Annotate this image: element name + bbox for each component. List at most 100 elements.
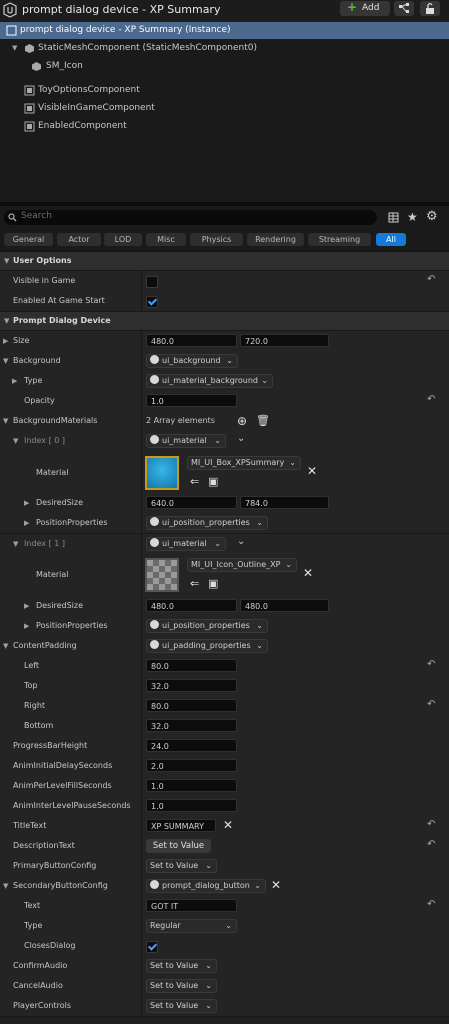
tab-streaming[interactable]: Streaming [308, 233, 371, 246]
index0-dropdown[interactable]: ui_material ⌄ [146, 434, 226, 448]
use-selected-icon[interactable]: ⇐ [190, 577, 199, 590]
chevron-right-icon[interactable]: ▶ [24, 622, 29, 630]
chevron-right-icon[interactable]: ▶ [24, 602, 29, 610]
close-icon[interactable]: ✕ [223, 818, 233, 832]
close-icon[interactable]: ✕ [271, 878, 281, 892]
primary-button-dropdown[interactable]: Set to Value ⌄ [146, 859, 217, 873]
visible-in-game-checkbox[interactable] [146, 276, 158, 288]
reset-icon[interactable]: ↶ [427, 819, 435, 830]
desired0-x-field[interactable]: 640.0 [146, 496, 237, 509]
anim-fill-field[interactable]: 1.0 [146, 779, 237, 792]
tab-all[interactable]: All [376, 233, 406, 246]
right-field[interactable]: 80.0 [146, 699, 237, 712]
dropdown-value: Regular [150, 921, 181, 930]
type-dropdown[interactable]: ui_material_background ⌄ [146, 374, 273, 388]
gear-icon[interactable]: ⚙ [426, 209, 438, 224]
reset-icon[interactable]: ↶ [427, 839, 435, 850]
chevron-down-icon[interactable]: ▼ [3, 417, 8, 425]
chevron-down-icon[interactable]: ▼ [13, 437, 18, 445]
tab-rendering[interactable]: Rendering [247, 233, 304, 246]
category-prompt-dialog[interactable]: ▼ Prompt Dialog Device [0, 312, 449, 331]
position0-dropdown[interactable]: ui_position_properties ⌄ [146, 516, 268, 530]
size-x-field[interactable]: 480.0 [146, 334, 237, 347]
chevron-down-icon[interactable]: ▼ [13, 540, 18, 548]
tab-actor[interactable]: Actor [57, 233, 101, 246]
search-input[interactable]: Search [4, 210, 377, 225]
position1-dropdown[interactable]: ui_position_properties ⌄ [146, 619, 268, 633]
star-icon[interactable]: ★ [407, 210, 418, 224]
tab-lod[interactable]: LOD [104, 233, 142, 246]
chevron-right-icon[interactable]: ▶ [24, 499, 29, 507]
close-icon[interactable]: ✕ [307, 464, 317, 478]
secondary-button-dropdown[interactable]: prompt_dialog_button ⌄ [146, 879, 266, 893]
tree-item-sm-icon[interactable]: SM_Icon [0, 58, 449, 75]
size-y-field[interactable]: 720.0 [240, 334, 329, 347]
tree-item-toyoptions[interactable]: ToyOptionsComponent [0, 82, 449, 99]
column-divider [141, 493, 142, 513]
reset-icon[interactable]: ↶ [427, 899, 435, 910]
opacity-field[interactable]: 1.0 [146, 394, 237, 407]
tab-general[interactable]: General [4, 233, 53, 246]
chevron-down-icon[interactable]: ⌄ [237, 536, 245, 547]
chevron-right-icon[interactable]: ▶ [24, 519, 29, 527]
tree-item-visibleingame[interactable]: VisibleInGameComponent [0, 100, 449, 117]
tab-misc[interactable]: Misc [146, 233, 186, 246]
reset-icon[interactable]: ↶ [427, 394, 435, 405]
material-thumbnail[interactable] [145, 558, 179, 592]
description-set-button[interactable]: Set to Value [146, 839, 211, 853]
background-dropdown[interactable]: ui_background ⌄ [146, 354, 238, 368]
chevron-down-icon[interactable]: ▼ [3, 642, 8, 650]
desired1-y-field[interactable]: 480.0 [240, 599, 329, 612]
add-icon[interactable]: ⊕ [237, 414, 247, 428]
tree-item-enabled[interactable]: EnabledComponent [0, 118, 449, 135]
index1-dropdown[interactable]: ui_material ⌄ [146, 537, 226, 551]
tree-item-instance[interactable]: prompt dialog device - XP Summary (Insta… [0, 22, 449, 39]
bottom-field[interactable]: 32.0 [146, 719, 237, 732]
anim-pause-field[interactable]: 1.0 [146, 799, 237, 812]
cancel-audio-dropdown[interactable]: Set to Value ⌄ [146, 979, 217, 993]
chevron-down-icon[interactable]: ▼ [3, 882, 8, 890]
material1-dropdown[interactable]: MI_UI_Icon_Outline_XP ⌄ [187, 558, 297, 572]
chevron-right-icon[interactable]: ▶ [3, 337, 8, 345]
prop-label: Type [24, 376, 43, 385]
enabled-at-start-checkbox[interactable] [146, 296, 158, 308]
player-controls-dropdown[interactable]: Set to Value ⌄ [146, 999, 217, 1013]
table-icon[interactable] [388, 212, 399, 223]
padding-dropdown[interactable]: ui_padding_properties ⌄ [146, 639, 268, 653]
chevron-down-icon[interactable]: ▼ [3, 357, 8, 365]
material0-dropdown[interactable]: MI_UI_Box_XPSummary ⌄ [187, 456, 301, 470]
chevron-down-icon[interactable]: ▼ [4, 257, 9, 265]
confirm-audio-dropdown[interactable]: Set to Value ⌄ [146, 959, 217, 973]
reset-icon[interactable]: ↶ [427, 274, 435, 285]
desired0-y-field[interactable]: 784.0 [240, 496, 329, 509]
button-type-dropdown[interactable]: Regular ⌄ [146, 919, 237, 933]
column-divider [141, 736, 142, 756]
chevron-right-icon[interactable]: ▶ [12, 377, 17, 385]
left-field[interactable]: 80.0 [146, 659, 237, 672]
desired1-x-field[interactable]: 480.0 [146, 599, 237, 612]
browse-icon[interactable]: ▣ [208, 475, 218, 488]
top-field[interactable]: 32.0 [146, 679, 237, 692]
anim-delay-field[interactable]: 2.0 [146, 759, 237, 772]
text-field[interactable]: GOT IT [146, 899, 237, 912]
reset-icon[interactable]: ↶ [427, 659, 435, 670]
dropdown-value: MI_UI_Icon_Outline_XP [191, 560, 281, 569]
closes-dialog-checkbox[interactable] [146, 941, 158, 953]
chevron-down-icon[interactable]: ⌄ [237, 433, 245, 444]
add-component-button[interactable]: + Add [340, 0, 390, 16]
lock-button[interactable] [420, 1, 440, 16]
chevron-down-icon[interactable]: ▼ [12, 40, 17, 57]
close-icon[interactable]: ✕ [303, 566, 313, 580]
chevron-down-icon[interactable]: ▼ [4, 317, 9, 325]
reset-icon[interactable]: ↶ [427, 699, 435, 710]
tree-item-staticmesh[interactable]: ▼ StaticMeshComponent (StaticMeshCompone… [0, 40, 449, 57]
progressbar-height-field[interactable]: 24.0 [146, 739, 237, 752]
trash-icon[interactable]: 🗑 [256, 414, 270, 427]
browse-icon[interactable]: ▣ [208, 577, 218, 590]
use-selected-icon[interactable]: ⇐ [190, 475, 199, 488]
tab-physics[interactable]: Physics [190, 233, 243, 246]
material-thumbnail[interactable] [145, 456, 179, 490]
category-user-options[interactable]: ▼ User Options [0, 252, 449, 271]
blueprint-button[interactable] [394, 1, 414, 16]
title-text-field[interactable]: XP SUMMARY [146, 819, 216, 832]
